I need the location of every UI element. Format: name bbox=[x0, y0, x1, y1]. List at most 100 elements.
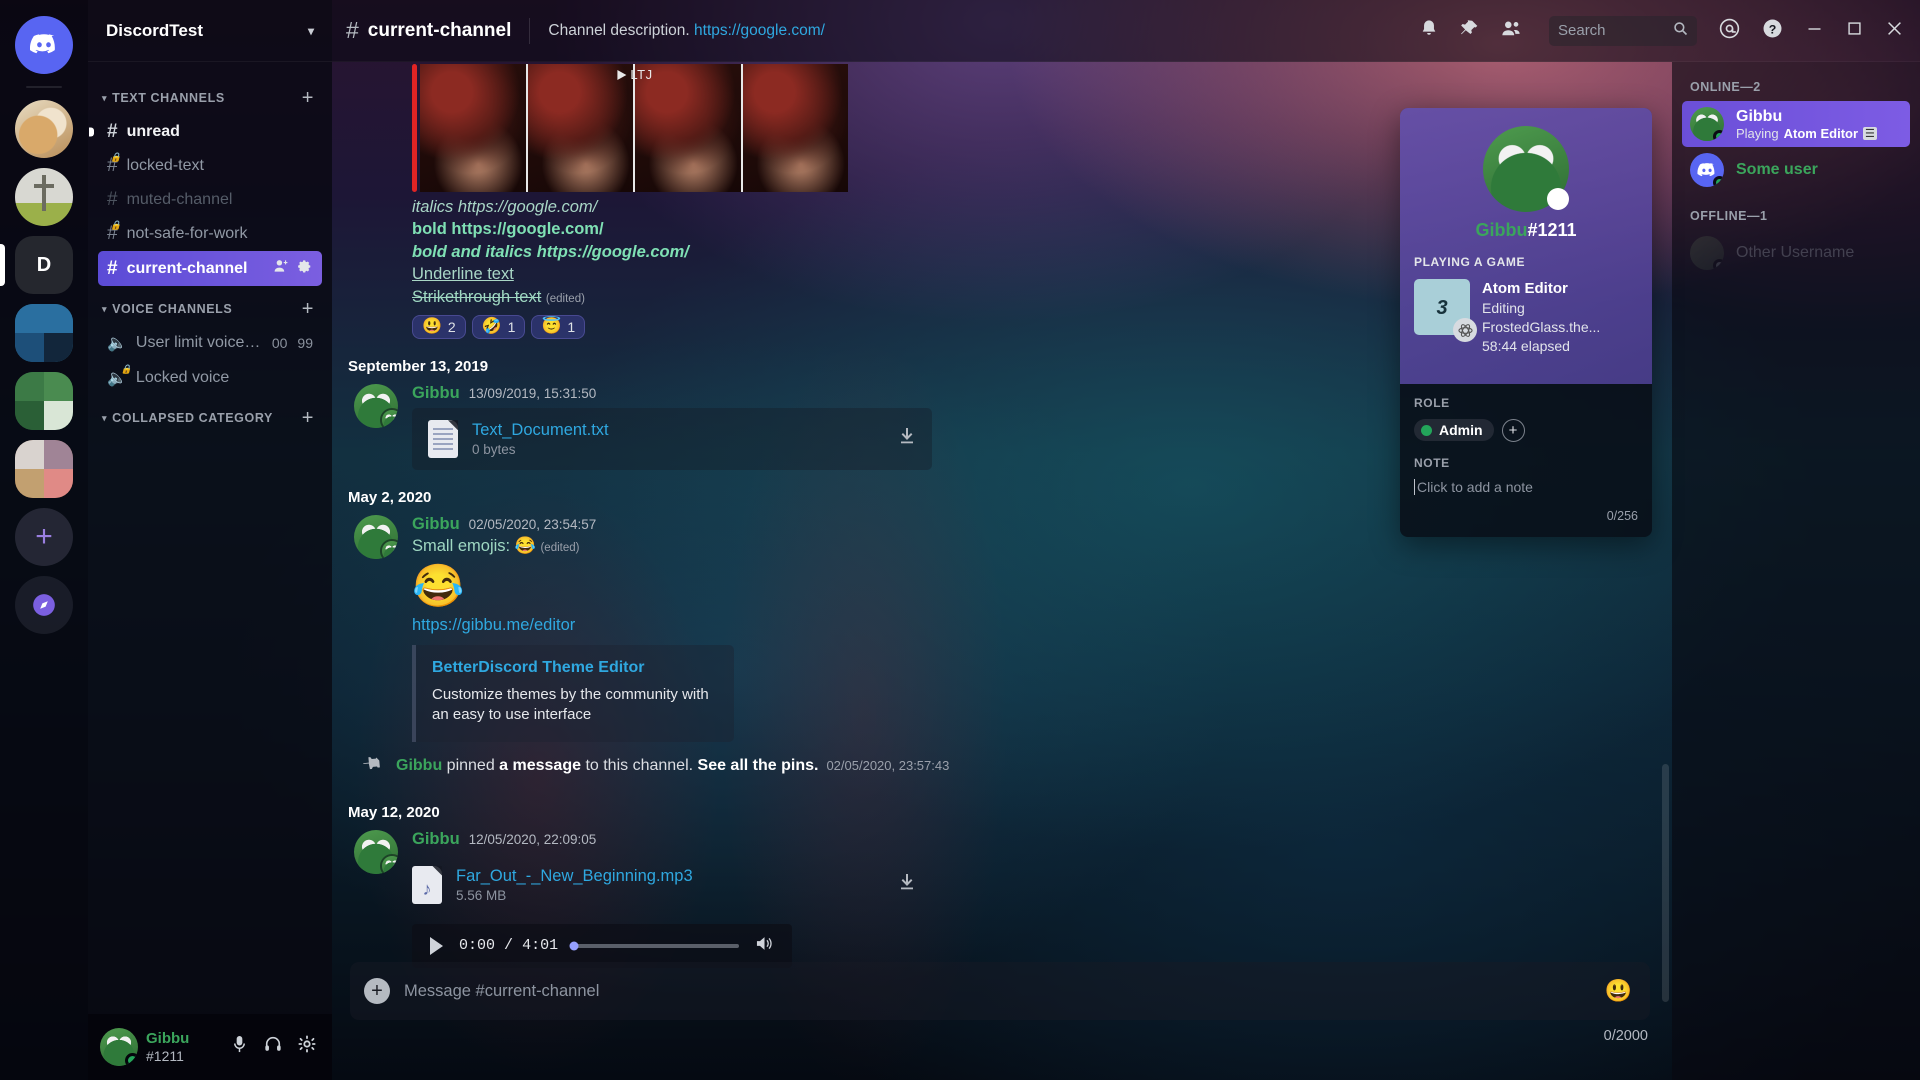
category-voice-channels[interactable]: ▾ VOICE CHANNELS + bbox=[88, 287, 332, 325]
message-author[interactable]: Gibbu bbox=[412, 515, 460, 534]
volume-icon[interactable] bbox=[755, 935, 774, 957]
atom-badge-icon bbox=[1453, 318, 1477, 342]
avatar[interactable] bbox=[100, 1028, 138, 1066]
message-author[interactable]: Gibbu bbox=[412, 830, 460, 849]
member-list-item-some-user[interactable]: Some user bbox=[1682, 147, 1910, 193]
channel-description-link[interactable]: https://google.com/ bbox=[694, 22, 825, 39]
audio-progress-slider[interactable] bbox=[569, 941, 739, 951]
channel-name: muted-channel bbox=[126, 190, 233, 208]
message-composer: + Message #current-channel 😃 0/2000 bbox=[350, 962, 1650, 1044]
headphones-icon[interactable] bbox=[264, 1035, 282, 1059]
server-icon-blue-folder[interactable] bbox=[0, 304, 88, 362]
system-timestamp: 02/05/2020, 23:57:43 bbox=[826, 758, 950, 774]
scrollbar-thumb[interactable] bbox=[1662, 764, 1669, 1002]
maximize-button[interactable] bbox=[1848, 21, 1861, 40]
download-icon[interactable] bbox=[898, 427, 916, 451]
create-voice-channel-button[interactable]: + bbox=[302, 299, 314, 319]
sidebar-item-current-channel[interactable]: # current-channel bbox=[98, 251, 322, 286]
gif-attachment[interactable]: LTJ bbox=[420, 64, 848, 192]
pinned-system-message: Gibbu pinned a message to this channel. … bbox=[348, 745, 1654, 788]
guild-header[interactable]: DiscordTest ▾ bbox=[88, 0, 332, 62]
voice-limit-count: 99 bbox=[297, 335, 313, 351]
see-all-pins-link[interactable]: See all the pins. bbox=[698, 757, 819, 774]
status-indicator-online bbox=[1713, 130, 1724, 141]
member-section-online: ONLINE—2 bbox=[1690, 80, 1761, 94]
sidebar-item-locked-text[interactable]: # 🔒 locked-text bbox=[98, 149, 322, 182]
note-input[interactable]: Click to add a note bbox=[1414, 478, 1638, 495]
chat-scrollbar[interactable] bbox=[1661, 64, 1670, 1024]
chevron-down-icon[interactable]: ▾ bbox=[308, 24, 314, 38]
system-author[interactable]: Gibbu bbox=[396, 757, 442, 774]
explore-servers-button[interactable] bbox=[0, 576, 88, 634]
channel-description: Channel description. https://google.com/ bbox=[548, 22, 825, 40]
message-input[interactable]: Message #current-channel bbox=[404, 982, 1591, 1001]
message-link[interactable]: https://gibbu.me/editor bbox=[412, 616, 575, 634]
speaker-lock-icon: 🔈 🔒 bbox=[107, 364, 132, 387]
channel-name: unread bbox=[126, 122, 180, 140]
message-author[interactable]: Gibbu bbox=[412, 384, 460, 403]
member-list-item-gibbu[interactable]: Gibbu Playing Atom Editor ☰ bbox=[1682, 101, 1910, 147]
play-button[interactable] bbox=[430, 936, 443, 955]
gear-icon[interactable] bbox=[298, 1035, 316, 1059]
current-username: Gibbu bbox=[146, 1030, 190, 1048]
hash-icon: # bbox=[107, 189, 118, 210]
avatar[interactable] bbox=[354, 515, 398, 560]
add-server-button[interactable]: + bbox=[0, 508, 88, 566]
system-action-bold: a message bbox=[499, 757, 581, 775]
embed-title[interactable]: BetterDiscord Theme Editor bbox=[432, 659, 716, 677]
channel-topbar: # current-channel Channel description. h… bbox=[332, 0, 1920, 62]
inline-link[interactable]: https://google.com/ bbox=[537, 243, 689, 261]
server-icon-green-folder[interactable] bbox=[0, 372, 88, 430]
upload-attachment-button[interactable]: + bbox=[364, 978, 390, 1004]
server-icon-doge[interactable] bbox=[0, 100, 88, 158]
rofl-reaction[interactable]: 🤣 1 bbox=[471, 315, 526, 340]
smiley-reaction[interactable]: 😃 2 bbox=[412, 315, 466, 340]
server-icon-home[interactable] bbox=[0, 16, 88, 74]
close-button[interactable] bbox=[1887, 21, 1902, 41]
emoji-picker-icon[interactable]: 😃 bbox=[1605, 978, 1632, 1004]
help-icon[interactable]: ? bbox=[1762, 18, 1783, 44]
attachment-filename[interactable]: Far_Out_-_New_Beginning.mp3 bbox=[456, 867, 884, 886]
message-audio-attachment: Gibbu 12/05/2020, 22:09:05 Far_Out_-_New… bbox=[348, 823, 1654, 971]
bell-icon[interactable] bbox=[1420, 19, 1438, 43]
search-input[interactable]: Search bbox=[1549, 15, 1697, 46]
download-icon[interactable] bbox=[898, 873, 916, 897]
server-icon-brown-folder[interactable] bbox=[0, 440, 88, 498]
pin-icon[interactable] bbox=[1460, 19, 1479, 43]
avatar[interactable] bbox=[354, 384, 398, 429]
microphone-icon[interactable] bbox=[231, 1035, 248, 1059]
avatar bbox=[1690, 236, 1724, 270]
avatar[interactable] bbox=[354, 829, 398, 874]
member-list-item-other-username[interactable]: Other Username bbox=[1682, 230, 1910, 276]
invite-people-icon[interactable] bbox=[273, 258, 289, 279]
inbox-icon[interactable] bbox=[1719, 18, 1740, 44]
minimize-button[interactable] bbox=[1807, 22, 1822, 40]
svg-text:?: ? bbox=[1769, 22, 1777, 36]
role-name: Admin bbox=[1439, 422, 1483, 439]
message-link-line: https://gibbu.me/editor bbox=[412, 614, 1654, 637]
innocent-reaction[interactable]: 😇 1 bbox=[531, 315, 586, 340]
inline-link[interactable]: https://google.com/ bbox=[451, 220, 603, 238]
category-collapsed-category[interactable]: ▾ COLLAPSED CATEGORY + bbox=[88, 396, 332, 434]
server-icon-cross[interactable] bbox=[0, 168, 88, 226]
sidebar-item-unread[interactable]: # unread bbox=[98, 115, 322, 148]
composer-box[interactable]: + Message #current-channel 😃 bbox=[350, 962, 1650, 1020]
members-icon[interactable] bbox=[1501, 19, 1521, 42]
create-text-channel-button[interactable]: + bbox=[302, 88, 314, 108]
role-pill-admin[interactable]: Admin bbox=[1414, 419, 1494, 442]
sidebar-item-user-limit-voice[interactable]: 🔈 User limit voice c... 00 99 bbox=[98, 326, 322, 360]
category-label: VOICE CHANNELS bbox=[112, 302, 233, 316]
add-role-button[interactable]: + bbox=[1501, 418, 1525, 442]
server-icon-d[interactable]: D bbox=[0, 236, 88, 294]
inline-link[interactable]: https://google.com/ bbox=[458, 198, 597, 216]
create-channel-button[interactable]: + bbox=[302, 408, 314, 428]
hash-lock-icon: # 🔒 bbox=[107, 152, 122, 176]
channel-settings-gear-icon[interactable] bbox=[298, 259, 313, 279]
sidebar-item-not-safe-for-work[interactable]: # 🔒 not-safe-for-work bbox=[98, 217, 322, 250]
sidebar-item-muted-channel[interactable]: # muted-channel bbox=[98, 183, 322, 216]
audio-progress-knob[interactable] bbox=[569, 941, 579, 951]
sidebar-item-locked-voice[interactable]: 🔈 🔒 Locked voice bbox=[98, 361, 322, 395]
category-text-channels[interactable]: ▾ TEXT CHANNELS + bbox=[88, 76, 332, 114]
channel-sidebar: DiscordTest ▾ ▾ TEXT CHANNELS + # unread… bbox=[88, 0, 332, 1080]
attachment-filename[interactable]: Text_Document.txt bbox=[472, 421, 884, 440]
